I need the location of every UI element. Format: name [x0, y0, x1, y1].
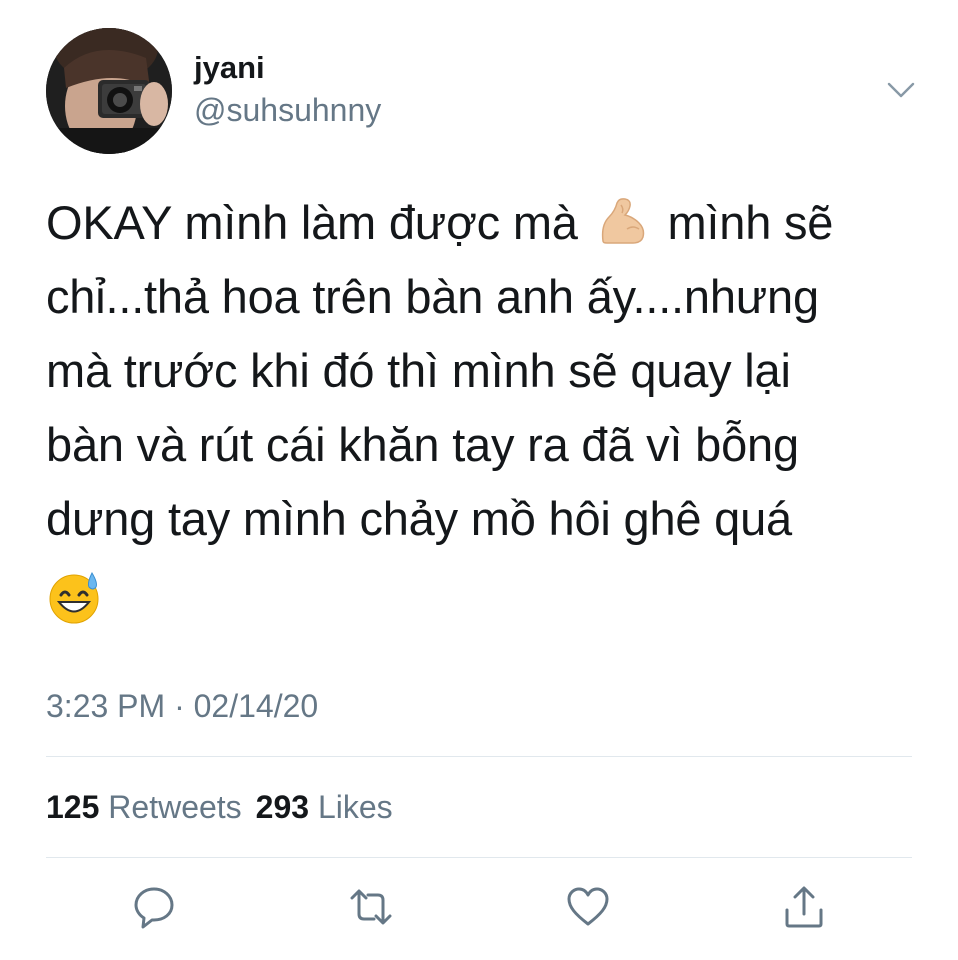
divider: [46, 857, 912, 858]
tweet-line-1-after: mình sẽ: [654, 196, 834, 249]
display-name[interactable]: jyani: [194, 48, 381, 88]
tweet-header: jyani @suhsuhnny: [46, 28, 916, 156]
retweet-button[interactable]: [348, 884, 394, 930]
retweet-icon: [350, 889, 392, 925]
likes-count: 293: [255, 789, 310, 825]
like-button[interactable]: [565, 884, 611, 930]
tweet-line-3: mà trước khi đó thì mình sẽ quay lại: [46, 344, 791, 397]
tweet-line-2: chỉ...thả hoa trên bàn anh ấy....nhưng: [46, 270, 819, 323]
share-button[interactable]: [781, 884, 827, 930]
retweets-label: Retweets: [108, 789, 242, 825]
tweet-line-4: bàn và rút cái khăn tay ra đã vì bỗng: [46, 418, 799, 471]
flexed-biceps-emoji: [597, 194, 649, 246]
reply-button[interactable]: [131, 884, 177, 930]
user-handle[interactable]: @suhsuhnny: [194, 90, 381, 130]
reply-icon: [134, 887, 174, 929]
retweets-count: 125: [46, 789, 100, 825]
avatar-image: [46, 28, 172, 154]
user-names: jyani @suhsuhnny: [194, 48, 381, 130]
avatar[interactable]: [46, 28, 172, 154]
tweet-stats: 125 Retweets 293 Likes: [46, 787, 393, 827]
like-icon: [567, 887, 609, 926]
tweet-actions: [0, 884, 958, 934]
tweet-line-5: dưng tay mình chảy mồ hôi ghê quá: [46, 492, 792, 545]
tweet-line-6: [46, 556, 926, 630]
share-icon: [785, 886, 823, 928]
tweet-timestamp[interactable]: 3:23 PM · 02/14/20: [46, 686, 318, 726]
chevron-down-icon[interactable]: [886, 80, 916, 100]
grinning-face-with-sweat-emoji: [46, 569, 102, 625]
retweets-stat[interactable]: 125 Retweets: [46, 789, 242, 825]
likes-label: Likes: [317, 789, 393, 825]
likes-stat[interactable]: 293 Likes: [256, 789, 393, 825]
divider: [46, 756, 912, 757]
tweet-line-1-before: OKAY mình làm được mà: [46, 196, 591, 249]
tweet-line-1: OKAY mình làm được mà mình sẽ: [46, 186, 926, 260]
tweet-text: OKAY mình làm được mà mình sẽ chỉ...thả …: [46, 186, 926, 630]
